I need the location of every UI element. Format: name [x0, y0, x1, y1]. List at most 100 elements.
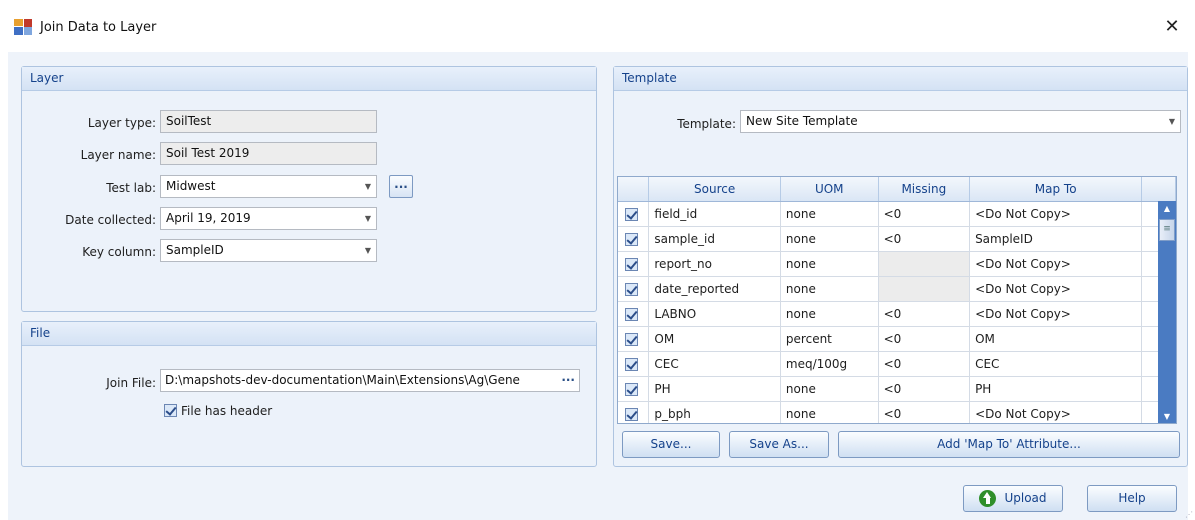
resize-grip-icon[interactable]: ⋰ [1185, 510, 1193, 519]
cell-source[interactable]: sample_id [648, 226, 781, 252]
checkbox-checked-icon[interactable] [625, 232, 638, 246]
cell-missing[interactable]: <0 [878, 301, 971, 327]
cell-uom[interactable]: none [780, 301, 879, 327]
layer-type-label: Layer type: [87, 116, 156, 130]
cell-map-to[interactable]: <Do Not Copy> [969, 276, 1143, 302]
checkbox-checked-icon[interactable] [625, 382, 638, 396]
cell-uom[interactable]: percent [780, 326, 879, 352]
table-row[interactable]: p_bph none <0 <Do Not Copy> [618, 401, 1176, 423]
cell-source[interactable]: date_reported [648, 276, 781, 302]
close-icon[interactable]: ✕ [1159, 14, 1185, 40]
chevron-down-icon[interactable]: ▼ [1169, 111, 1175, 132]
cell-map-to[interactable]: SampleID [969, 226, 1143, 252]
scroll-up-icon[interactable]: ▲ [1158, 201, 1176, 217]
cell-map-to[interactable]: CEC [969, 351, 1143, 377]
chevron-down-icon[interactable]: ▼ [365, 176, 371, 197]
cell-missing[interactable]: <0 [878, 326, 971, 352]
table-row[interactable]: sample_id none <0 SampleID [618, 226, 1176, 252]
grid-header-missing[interactable]: Missing [878, 177, 971, 202]
table-row[interactable]: PH none <0 PH [618, 376, 1176, 402]
key-column-dropdown[interactable]: SampleID ▼ [160, 239, 377, 262]
checkbox-checked-icon[interactable] [625, 207, 638, 221]
grid-header-spacer [1141, 177, 1176, 202]
checkbox-checked-icon[interactable] [164, 404, 177, 417]
file-has-header-checkbox[interactable]: File has header [164, 403, 272, 418]
table-row[interactable]: LABNO none <0 <Do Not Copy> [618, 301, 1176, 327]
grid-scrollbar[interactable]: ▲ ≡ ▼ [1158, 201, 1176, 423]
cell-uom[interactable]: none [780, 376, 879, 402]
scroll-thumb[interactable]: ≡ [1159, 219, 1175, 241]
checkbox-checked-icon[interactable] [625, 357, 638, 371]
cell-missing[interactable] [878, 276, 971, 302]
template-dropdown[interactable]: New Site Template ▼ [740, 110, 1181, 133]
cell-missing[interactable]: <0 [878, 376, 971, 402]
checkbox-checked-icon[interactable] [625, 307, 638, 321]
cell-missing[interactable] [878, 251, 971, 277]
cell-map-to[interactable]: <Do Not Copy> [969, 301, 1143, 327]
cell-source[interactable]: report_no [648, 251, 781, 277]
join-file-field[interactable]: D:\mapshots-dev-documentation\Main\Exten… [160, 369, 580, 392]
cell-uom[interactable]: none [780, 276, 879, 302]
save-button[interactable]: Save... [622, 431, 720, 458]
table-row[interactable]: CEC meq/100g <0 CEC [618, 351, 1176, 377]
cell-source[interactable]: p_bph [648, 401, 781, 423]
save-as-button[interactable]: Save As... [729, 431, 829, 458]
checkbox-checked-icon[interactable] [625, 282, 638, 296]
grid-header-source[interactable]: Source [648, 177, 781, 202]
cell-uom[interactable]: none [780, 201, 879, 227]
cell-map-to[interactable]: <Do Not Copy> [969, 401, 1143, 423]
date-collected-picker[interactable]: April 19, 2019 ▼ [160, 207, 377, 230]
row-checkbox[interactable] [618, 326, 650, 352]
help-button[interactable]: Help [1087, 485, 1177, 512]
grid-header-map-to[interactable]: Map To [969, 177, 1143, 202]
cell-map-to[interactable]: PH [969, 376, 1143, 402]
cell-uom[interactable]: none [780, 251, 879, 277]
row-checkbox[interactable] [618, 351, 650, 377]
add-map-to-attribute-button[interactable]: Add 'Map To' Attribute... [838, 431, 1180, 458]
row-checkbox[interactable] [618, 251, 650, 277]
row-checkbox[interactable] [618, 401, 650, 423]
checkbox-checked-icon[interactable] [625, 332, 638, 346]
cell-source[interactable]: OM [648, 326, 781, 352]
cell-uom[interactable]: none [780, 226, 879, 252]
scroll-down-icon[interactable]: ▼ [1158, 409, 1176, 423]
cell-missing[interactable]: <0 [878, 226, 971, 252]
checkbox-checked-icon[interactable] [625, 407, 638, 421]
table-row[interactable]: date_reported none <Do Not Copy> [618, 276, 1176, 302]
row-checkbox[interactable] [618, 201, 650, 227]
upload-button[interactable]: Upload [963, 485, 1063, 512]
file-has-header-label: File has header [181, 403, 273, 418]
cell-missing[interactable]: <0 [878, 351, 971, 377]
cell-map-to[interactable]: OM [969, 326, 1143, 352]
test-lab-browse-button[interactable]: ... [389, 175, 413, 198]
table-row[interactable]: report_no none <Do Not Copy> [618, 251, 1176, 277]
layer-type-field: SoilTest [160, 110, 377, 133]
cell-uom[interactable]: meq/100g [780, 351, 879, 377]
row-checkbox[interactable] [618, 226, 650, 252]
browse-file-button[interactable]: ··· [559, 370, 575, 391]
file-group: File [21, 321, 597, 467]
checkbox-checked-icon[interactable] [625, 257, 638, 271]
cell-source[interactable]: field_id [648, 201, 781, 227]
upload-label: Upload [1004, 491, 1047, 505]
row-checkbox[interactable] [618, 376, 650, 402]
cell-source[interactable]: CEC [648, 351, 781, 377]
chevron-down-icon[interactable]: ▼ [365, 208, 371, 229]
table-row[interactable]: OM percent <0 OM [618, 326, 1176, 352]
cell-missing[interactable]: <0 [878, 201, 971, 227]
cell-map-to[interactable]: <Do Not Copy> [969, 251, 1143, 277]
cell-uom[interactable]: none [780, 401, 879, 423]
cell-missing[interactable]: <0 [878, 401, 971, 423]
grid-header-uom[interactable]: UOM [780, 177, 879, 202]
chevron-down-icon[interactable]: ▼ [365, 240, 371, 261]
row-checkbox[interactable] [618, 276, 650, 302]
cell-source[interactable]: PH [648, 376, 781, 402]
key-column-value: SampleID [166, 243, 224, 257]
join-file-path: D:\mapshots-dev-documentation\Main\Exten… [165, 373, 520, 387]
row-checkbox[interactable] [618, 301, 650, 327]
cell-source[interactable]: LABNO [648, 301, 781, 327]
cell-map-to[interactable]: <Do Not Copy> [969, 201, 1143, 227]
table-row[interactable]: field_id none <0 <Do Not Copy> [618, 201, 1176, 227]
test-lab-dropdown[interactable]: Midwest ▼ [160, 175, 377, 198]
template-label: Template: [677, 117, 736, 131]
